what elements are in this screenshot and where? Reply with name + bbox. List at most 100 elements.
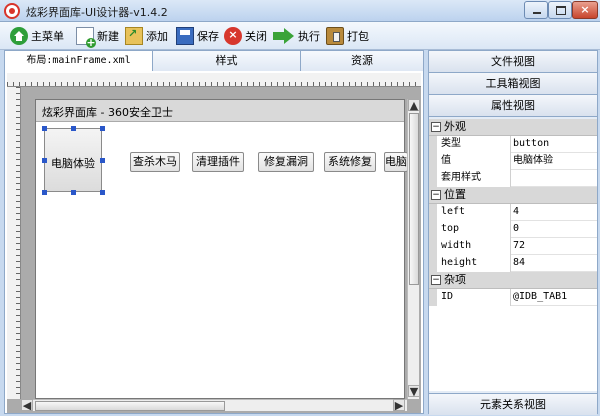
minimize-button[interactable] — [524, 1, 548, 19]
element-relation-view-button[interactable]: 元素关系视图 — [429, 393, 597, 415]
run-button[interactable]: 执行 — [271, 25, 322, 47]
category-label: 杂项 — [444, 273, 466, 286]
button-clean-plugins[interactable]: 清理插件 — [192, 152, 244, 172]
tab-layout[interactable]: 布局:mainFrame.xml — [5, 51, 153, 71]
editor-tabs: 布局:mainFrame.xml 样式 资源 — [5, 51, 423, 71]
property-value[interactable]: 72 — [513, 238, 525, 254]
resize-handle-tr[interactable] — [100, 126, 105, 131]
property-row[interactable]: height 84 — [429, 255, 597, 272]
property-view-button[interactable]: 属性视图 — [429, 95, 597, 117]
add-folder-icon — [125, 27, 143, 45]
property-row[interactable]: ID @IDB_TAB1 — [429, 289, 597, 306]
resize-handle-tl[interactable] — [42, 126, 47, 131]
new-label: 新建 — [97, 30, 119, 43]
toolbar: 主菜单 新建 添加 保存 关闭 执行 打包 — [0, 22, 600, 50]
category-misc[interactable]: − 杂项 — [429, 272, 597, 289]
add-button[interactable]: 添加 — [123, 25, 170, 47]
close-icon: × — [580, 3, 590, 16]
file-view-button[interactable]: 文件视图 — [429, 51, 597, 73]
save-button[interactable]: 保存 — [174, 25, 221, 47]
property-row[interactable]: top 0 — [429, 221, 597, 238]
scroll-right-icon[interactable]: ▶ — [393, 399, 405, 412]
scroll-up-icon[interactable]: ▲ — [408, 99, 420, 112]
property-row[interactable]: width 72 — [429, 238, 597, 255]
tab-style[interactable]: 样式 — [153, 51, 301, 71]
property-row[interactable]: 套用样式 — [429, 170, 597, 187]
property-value[interactable]: 4 — [513, 204, 519, 220]
app-logo-icon — [4, 3, 20, 19]
resize-handle-r[interactable] — [100, 158, 105, 163]
property-name: ID — [429, 289, 511, 306]
category-appearance[interactable]: − 外观 — [429, 119, 597, 136]
vertical-scroll-thumb[interactable] — [409, 113, 419, 285]
design-window-titlebar: 炫彩界面库 - 360安全卫士 — [36, 100, 404, 122]
property-value[interactable]: 84 — [513, 255, 525, 271]
selected-button-computer-check[interactable]: 电脑体验 — [42, 126, 105, 195]
resize-handle-br[interactable] — [100, 190, 105, 195]
package-icon — [326, 27, 344, 45]
collapse-icon[interactable]: − — [431, 275, 441, 285]
arrow-right-icon — [273, 27, 295, 45]
tab-resources[interactable]: 资源 — [301, 51, 423, 71]
close-label: 关闭 — [245, 30, 267, 43]
button-computer-partial[interactable]: 电脑 — [384, 152, 408, 172]
design-window-body[interactable]: 电脑体验 查杀木马 清理插件 修复漏洞 系统修复 电脑 — [36, 122, 408, 398]
main-menu-label: 主菜单 — [31, 30, 64, 43]
button-system-repair[interactable]: 系统修复 — [324, 152, 376, 172]
package-button[interactable]: 打包 — [324, 25, 371, 47]
run-label: 执行 — [298, 30, 320, 43]
design-window-title: 炫彩界面库 - 360安全卫士 — [42, 106, 173, 119]
save-label: 保存 — [197, 30, 219, 43]
resize-handle-bl[interactable] — [42, 190, 47, 195]
toolbox-view-button[interactable]: 工具箱视图 — [429, 73, 597, 95]
collapse-icon[interactable]: − — [431, 190, 441, 200]
resize-handle-l[interactable] — [42, 158, 47, 163]
minimize-icon — [533, 12, 541, 14]
scroll-down-icon[interactable]: ▼ — [408, 385, 420, 398]
close-button[interactable]: 关闭 — [222, 25, 269, 47]
new-button[interactable]: 新建 — [74, 25, 121, 48]
horizontal-ruler — [7, 73, 421, 87]
add-label: 添加 — [146, 30, 168, 43]
property-name: 值 — [429, 153, 511, 170]
vertical-scrollbar[interactable]: ▲ ▼ — [407, 99, 420, 399]
editor-panel: 布局:mainFrame.xml 样式 资源 炫彩界面库 - 360安全卫士 电… — [4, 50, 424, 414]
design-canvas[interactable]: 炫彩界面库 - 360安全卫士 电脑体验 查杀木马 清理插件 修复漏洞 系统修复… — [7, 73, 421, 413]
property-value[interactable]: @IDB_TAB1 — [513, 289, 567, 305]
property-value[interactable]: 电脑体验 — [513, 153, 553, 169]
horizontal-scroll-thumb[interactable] — [35, 401, 225, 411]
property-name: 套用样式 — [429, 170, 511, 187]
resize-handle-b[interactable] — [71, 190, 76, 195]
floppy-disk-icon — [176, 27, 194, 45]
home-icon — [10, 27, 28, 45]
property-value[interactable]: 0 — [513, 221, 519, 237]
category-label: 位置 — [444, 188, 466, 201]
property-row[interactable]: 类型 button — [429, 136, 597, 153]
selected-button-label: 电脑体验 — [51, 157, 95, 170]
right-panel: 文件视图 工具箱视图 属性视图 − 外观 类型 button 值 电脑体验 套用… — [428, 50, 598, 415]
category-label: 外观 — [444, 120, 466, 133]
window-close-button[interactable]: × — [572, 1, 598, 19]
new-file-icon — [76, 27, 96, 48]
title-bar: 炫彩界面库-UI设计器-v1.4.2 × — [0, 0, 600, 22]
category-position[interactable]: − 位置 — [429, 187, 597, 204]
property-name: 类型 — [429, 136, 511, 153]
window-title: 炫彩界面库-UI设计器-v1.4.2 — [26, 6, 168, 19]
button-trojan-scan[interactable]: 查杀木马 — [130, 152, 180, 172]
scroll-left-icon[interactable]: ◀ — [21, 399, 33, 412]
package-label: 打包 — [347, 30, 369, 43]
maximize-button[interactable] — [548, 1, 572, 19]
resize-handle-t[interactable] — [71, 126, 76, 131]
property-row[interactable]: left 4 — [429, 204, 597, 221]
maximize-icon — [556, 6, 566, 15]
collapse-icon[interactable]: − — [431, 122, 441, 132]
button-fix-vulnerabilities[interactable]: 修复漏洞 — [258, 152, 314, 172]
property-value[interactable]: button — [513, 136, 549, 152]
property-name: left — [429, 204, 511, 221]
close-circle-icon — [224, 27, 242, 45]
horizontal-scrollbar[interactable]: ◀ ▶ — [21, 399, 407, 412]
property-name: height — [429, 255, 511, 272]
design-window[interactable]: 炫彩界面库 - 360安全卫士 电脑体验 查杀木马 清理插件 修复漏洞 系统修复… — [35, 99, 408, 399]
property-row[interactable]: 值 电脑体验 — [429, 153, 597, 170]
main-menu-button[interactable]: 主菜单 — [8, 25, 66, 47]
